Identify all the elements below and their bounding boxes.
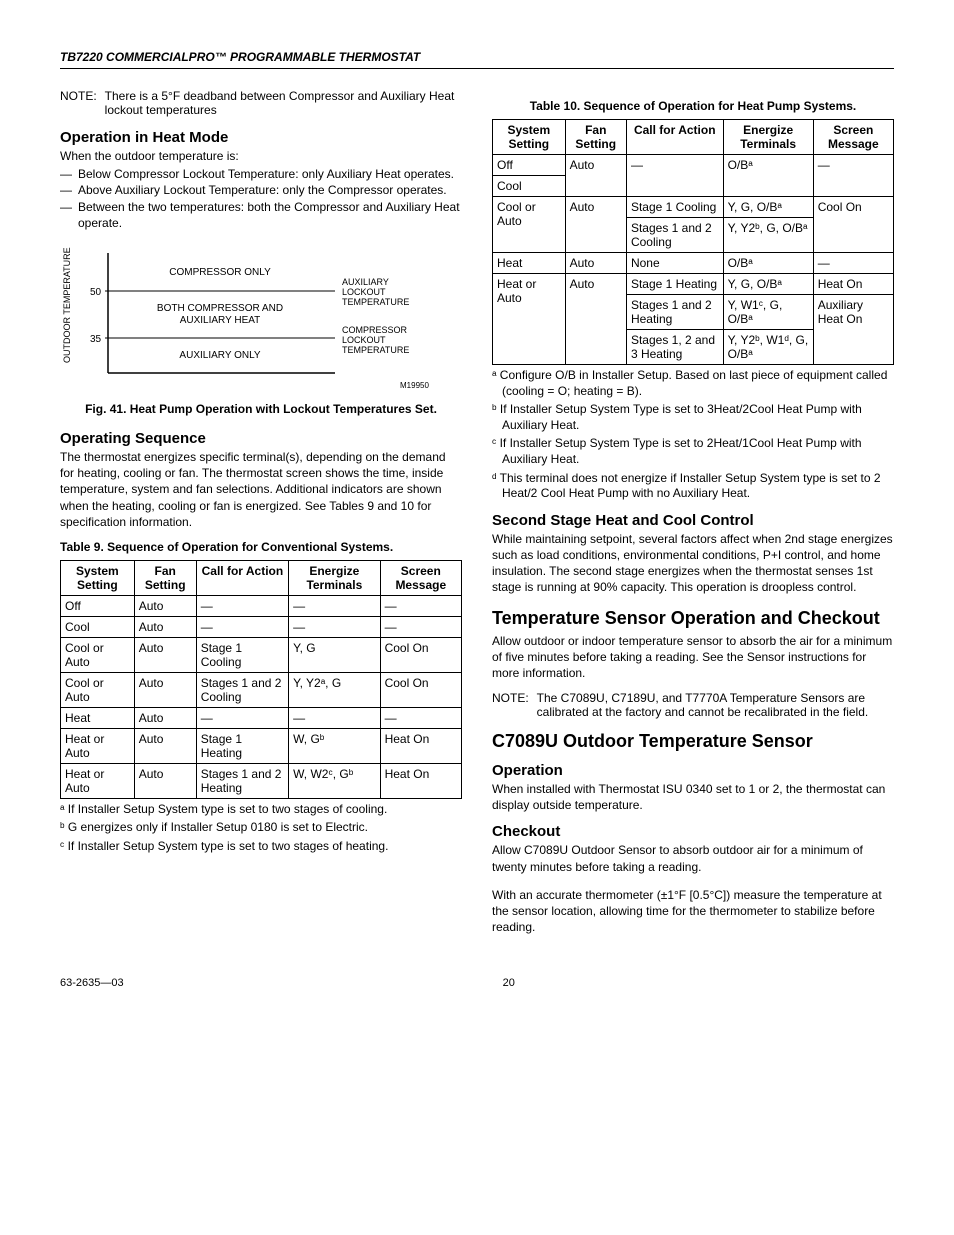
table9: System Setting Fan Setting Call for Acti… bbox=[60, 560, 462, 799]
heading-checkout: Checkout bbox=[492, 823, 894, 840]
right-column: Table 10. Sequence of Operation for Heat… bbox=[492, 89, 894, 937]
svg-text:TEMPERATURE: TEMPERATURE bbox=[342, 345, 409, 355]
fig41-caption: Fig. 41. Heat Pump Operation with Lockou… bbox=[60, 402, 462, 416]
t10-footnote-b: ᵇ If Installer Setup System Type is set … bbox=[492, 402, 894, 433]
svg-text:LOCKOUT: LOCKOUT bbox=[342, 287, 386, 297]
table-row: Heat Auto None O/Bᵃ — bbox=[493, 253, 894, 274]
table-row: Cool or AutoAutoStages 1 and 2 CoolingY,… bbox=[61, 672, 462, 707]
t10-footnote-d: ᵈ This terminal does not energize if Ins… bbox=[492, 471, 894, 502]
th-energize: Energize Terminals bbox=[289, 560, 380, 595]
svg-text:AUXILIARY HEAT: AUXILIARY HEAT bbox=[180, 315, 261, 326]
svg-text:COMPRESSOR ONLY: COMPRESSOR ONLY bbox=[169, 267, 271, 278]
list-item: —Between the two temperatures: both the … bbox=[60, 199, 462, 231]
svg-text:TEMPERATURE: TEMPERATURE bbox=[342, 297, 409, 307]
t9-footnote-c: ᶜ If Installer Setup System type is set … bbox=[60, 839, 462, 855]
table10-caption: Table 10. Sequence of Operation for Heat… bbox=[492, 99, 894, 113]
th-sys: System Setting bbox=[61, 560, 135, 595]
left-column: NOTE: There is a 5°F deadband between Co… bbox=[60, 89, 462, 937]
heading-c7089u: C7089U Outdoor Temperature Sensor bbox=[492, 731, 894, 752]
note-deadband: NOTE: There is a 5°F deadband between Co… bbox=[60, 89, 462, 117]
op-seq-paragraph: The thermostat energizes specific termin… bbox=[60, 449, 462, 530]
note-calibration: NOTE: The C7089U, C7189U, and T7770A Tem… bbox=[492, 691, 894, 719]
table-row: Heat or AutoAutoStage 1 HeatingW, GᵇHeat… bbox=[61, 728, 462, 763]
th-fan: Fan Setting bbox=[565, 120, 626, 155]
heading-op-heat-mode: Operation in Heat Mode bbox=[60, 129, 462, 146]
th-msg: Screen Message bbox=[380, 560, 461, 595]
operation-paragraph: When installed with Thermostat ISU 0340 … bbox=[492, 781, 894, 813]
th-fan: Fan Setting bbox=[134, 560, 196, 595]
heading-second-stage: Second Stage Heat and Cool Control bbox=[492, 512, 894, 529]
table-row: Heat or AutoAutoStages 1 and 2 HeatingW,… bbox=[61, 763, 462, 798]
t9-footnote-a: ᵃ If Installer Setup System type is set … bbox=[60, 802, 462, 818]
svg-text:LOCKOUT: LOCKOUT bbox=[342, 335, 386, 345]
page-header: TB7220 COMMERCIALPRO™ PROGRAMMABLE THERM… bbox=[60, 50, 894, 69]
table-row: Heat or Auto Auto Stage 1 Heating Y, G, … bbox=[493, 274, 894, 295]
op-heat-intro: When the outdoor temperature is: bbox=[60, 148, 462, 164]
page-footer: 63-2635—03 20 bbox=[60, 977, 894, 989]
checkout-paragraph-2: With an accurate thermometer (±1°F [0.5°… bbox=[492, 887, 894, 936]
table-row: CoolAuto——— bbox=[61, 616, 462, 637]
svg-text:AUXILIARY: AUXILIARY bbox=[342, 277, 389, 287]
y-axis-label: OUTDOOR TEMPERATURE bbox=[62, 247, 72, 363]
th-call: Call for Action bbox=[196, 560, 288, 595]
t10-footnote-c: ᶜ If Installer Setup System Type is set … bbox=[492, 436, 894, 467]
list-item: —Below Compressor Lockout Temperature: o… bbox=[60, 166, 462, 182]
svg-text:BOTH COMPRESSOR AND: BOTH COMPRESSOR AND bbox=[157, 303, 283, 314]
doc-number: 63-2635—03 bbox=[60, 977, 124, 989]
note-text: There is a 5°F deadband between Compress… bbox=[105, 89, 462, 117]
table-row: OffAuto——— bbox=[61, 595, 462, 616]
svg-text:35: 35 bbox=[90, 334, 102, 345]
temp-sensor-paragraph: Allow outdoor or indoor temperature sens… bbox=[492, 633, 894, 682]
th-call: Call for Action bbox=[626, 120, 723, 155]
table-row: Off Auto — O/Bᵃ — bbox=[493, 155, 894, 176]
svg-text:M19950: M19950 bbox=[400, 381, 429, 390]
table-row: Cool or Auto Auto Stage 1 Cooling Y, G, … bbox=[493, 197, 894, 218]
note-text: The C7089U, C7189U, and T7770A Temperatu… bbox=[537, 691, 894, 719]
t9-footnote-b: ᵇ G energizes only if Installer Setup 01… bbox=[60, 820, 462, 836]
table10: System Setting Fan Setting Call for Acti… bbox=[492, 119, 894, 365]
note-label: NOTE: bbox=[60, 89, 97, 117]
svg-text:AUXILIARY ONLY: AUXILIARY ONLY bbox=[179, 350, 260, 361]
th-energize: Energize Terminals bbox=[723, 120, 813, 155]
svg-text:50: 50 bbox=[90, 287, 102, 298]
table-row: HeatAuto——— bbox=[61, 707, 462, 728]
list-item: —Above Auxiliary Lockout Temperature: on… bbox=[60, 182, 462, 198]
th-msg: Screen Message bbox=[813, 120, 893, 155]
heading-op-sequence: Operating Sequence bbox=[60, 430, 462, 447]
heading-temp-sensor-op: Temperature Sensor Operation and Checkou… bbox=[492, 608, 894, 629]
second-stage-paragraph: While maintaining setpoint, several fact… bbox=[492, 531, 894, 596]
checkout-paragraph-1: Allow C7089U Outdoor Sensor to absorb ou… bbox=[492, 842, 894, 874]
heading-operation: Operation bbox=[492, 762, 894, 779]
t10-footnote-a: ᵃ Configure O/B in Installer Setup. Base… bbox=[492, 368, 894, 399]
lockout-diagram: OUTDOOR TEMPERATURE 50 35 COMPRESSOR ONL… bbox=[60, 243, 462, 396]
table-row: Cool or AutoAutoStage 1 CoolingY, GCool … bbox=[61, 637, 462, 672]
page-number: 20 bbox=[503, 977, 515, 989]
th-sys: System Setting bbox=[493, 120, 566, 155]
note-label: NOTE: bbox=[492, 691, 529, 719]
table9-caption: Table 9. Sequence of Operation for Conve… bbox=[60, 540, 462, 554]
svg-text:COMPRESSOR: COMPRESSOR bbox=[342, 325, 408, 335]
